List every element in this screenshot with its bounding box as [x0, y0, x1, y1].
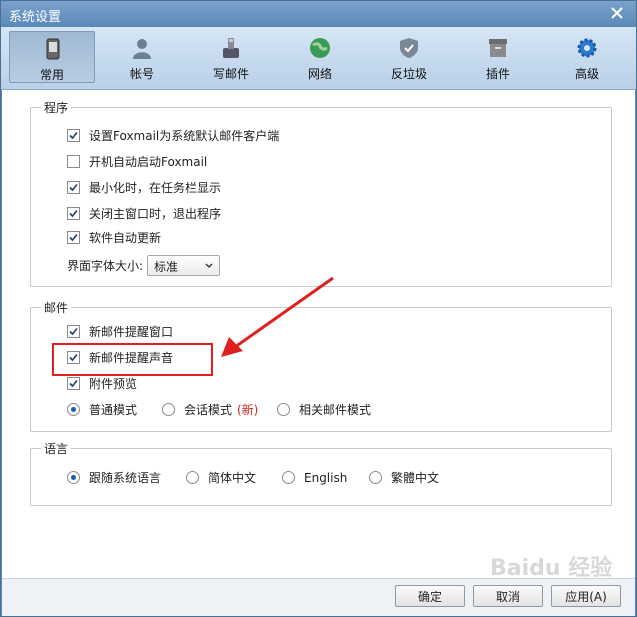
checkmark-icon: [69, 209, 78, 218]
tab-plugins[interactable]: 插件: [455, 31, 541, 83]
checkmark-icon: [69, 183, 78, 192]
tab-label: 常用: [39, 68, 64, 82]
user-icon: [133, 39, 151, 59]
checkbox[interactable]: [67, 129, 80, 142]
group-legend: 邮件: [41, 299, 72, 316]
tab-label: 插件: [485, 67, 510, 81]
checkbox[interactable]: [67, 377, 80, 390]
tab-antispam[interactable]: 反垃圾: [366, 31, 452, 83]
checkbox-label: 最小化时，在任务栏显示: [89, 181, 222, 195]
tab-label: 反垃圾: [390, 67, 427, 81]
radio-button[interactable]: [67, 403, 80, 416]
checkbox[interactable]: [67, 181, 80, 194]
checkbox[interactable]: [67, 207, 80, 220]
radio-button[interactable]: [282, 471, 295, 484]
font-size-value: 标准: [154, 260, 179, 274]
checkbox-label: 软件自动更新: [89, 231, 162, 245]
tab-compose[interactable]: 写邮件: [188, 31, 274, 83]
tab-advanced[interactable]: 高级: [544, 31, 630, 83]
checkmark-icon: [69, 379, 78, 388]
annotation-arrow-icon: [221, 276, 334, 357]
checkbox-label: 关闭主窗口时，退出程序: [89, 207, 222, 221]
tab-label: 写邮件: [212, 67, 249, 81]
radio-label: 繁體中文: [391, 471, 440, 485]
chevron-down-icon: [205, 263, 213, 268]
globe-icon: [310, 38, 330, 58]
radio-label: 相关邮件模式: [299, 403, 372, 417]
checkbox-label: 设置Foxmail为系统默认邮件客户端: [89, 129, 280, 143]
tab-general[interactable]: 常用: [9, 31, 95, 83]
tab-network[interactable]: 网络: [277, 31, 363, 83]
font-size-label: 界面字体大小:: [67, 259, 144, 273]
tab-label: 高级: [574, 67, 599, 81]
gear-icon: [577, 38, 597, 58]
radio-button[interactable]: [369, 471, 382, 484]
dialog-footer: 确定 取消 应用(A): [2, 578, 635, 616]
radio-label: 简体中文: [208, 471, 257, 485]
plugin-box-icon: [489, 39, 507, 57]
radio-label: 普通模式: [89, 403, 138, 417]
checkbox-label: 新邮件提醒窗口: [89, 325, 174, 339]
checkbox-label: 开机自动启动Foxmail: [89, 155, 208, 169]
tab-label: 网络: [307, 67, 332, 81]
radio-button[interactable]: [67, 471, 80, 484]
close-icon[interactable]: [608, 4, 626, 22]
checkbox[interactable]: [67, 155, 80, 168]
settings-tab-bar: 常用 帐号 写邮件 网络 反垃圾 插件 高级: [1, 27, 636, 90]
phone-icon: [46, 38, 60, 60]
checkmark-icon: [69, 233, 78, 242]
new-tag: (新): [237, 403, 259, 417]
radio-label: English: [304, 471, 348, 485]
radio-button[interactable]: [277, 403, 290, 416]
group-legend: 语言: [41, 440, 72, 457]
title-bar: 系统设置: [1, 1, 636, 27]
font-size-select[interactable]: 标准: [147, 255, 220, 276]
write-mail-icon: [223, 38, 239, 58]
radio-label: 跟随系统语言: [89, 471, 162, 485]
radio-button[interactable]: [162, 403, 175, 416]
annotation-highlight-box: [52, 343, 213, 376]
apply-button[interactable]: 应用(A): [551, 585, 621, 607]
checkmark-icon: [69, 327, 78, 336]
group-legend: 程序: [41, 99, 72, 116]
shield-icon: [400, 38, 418, 58]
checkbox-label: 附件预览: [89, 377, 138, 391]
checkmark-icon: [69, 131, 78, 140]
tab-label: 帐号: [129, 67, 154, 81]
checkbox[interactable]: [67, 231, 80, 244]
cancel-button[interactable]: 取消: [473, 585, 543, 607]
ok-button[interactable]: 确定: [395, 585, 465, 607]
window-title: 系统设置: [9, 10, 62, 25]
checkbox[interactable]: [67, 325, 80, 338]
tab-account[interactable]: 帐号: [99, 31, 185, 83]
watermark: Baidu 经验: [490, 556, 613, 581]
radio-button[interactable]: [186, 471, 199, 484]
radio-label: 会话模式: [184, 403, 233, 417]
